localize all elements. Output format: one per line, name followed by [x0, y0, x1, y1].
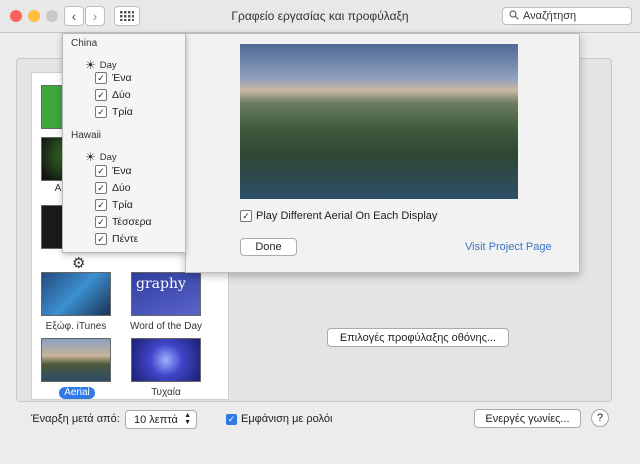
- screensaver-label-word: Word of the Day: [129, 321, 203, 332]
- search-icon: [509, 9, 519, 23]
- video-label: Ένα: [112, 165, 132, 177]
- show-clock-label: Εμφάνιση με ρολόι: [241, 413, 333, 425]
- word-thumb-text: graphy: [136, 276, 186, 292]
- group-china: China: [71, 38, 98, 49]
- help-button[interactable]: ?: [591, 409, 609, 427]
- video-label: Τέσσερα: [112, 216, 152, 228]
- video-label: Ένα: [112, 72, 132, 84]
- check-icon: ✓: [95, 182, 107, 194]
- video-label: Δύο: [112, 182, 131, 194]
- aerial-different-display-checkbox[interactable]: ✓ Play Different Aerial On Each Display: [240, 210, 437, 222]
- minimize-window-button[interactable]: [28, 10, 40, 22]
- video-china-2[interactable]: ✓ Δύο: [95, 89, 131, 101]
- screensaver-thumb-aerial[interactable]: [41, 338, 111, 382]
- aerial-options-panel: ✓ Play Different Aerial On Each Display …: [185, 33, 580, 273]
- group-hawaii-day[interactable]: ☀ Day: [85, 150, 117, 164]
- group-china-day[interactable]: ☀ Day: [85, 58, 117, 72]
- close-window-button[interactable]: [10, 10, 22, 22]
- title-bar: ‹ › Γραφείο εργασίας και προφύλαξη Αναζή…: [0, 0, 640, 33]
- check-icon: ✓: [95, 72, 107, 84]
- day-label: Day: [99, 151, 117, 163]
- chevron-left-icon: ‹: [71, 8, 77, 24]
- done-button[interactable]: Done: [240, 238, 297, 256]
- start-after-value: 10 λεπτά: [134, 413, 178, 426]
- video-hawaii-2[interactable]: ✓ Δύο: [95, 182, 131, 194]
- zoom-window-button[interactable]: [46, 10, 58, 22]
- screensaver-thumb-random[interactable]: [131, 338, 201, 382]
- hot-corners-button[interactable]: Ενεργές γωνίες...: [474, 409, 581, 428]
- sun-icon: ☀: [85, 58, 96, 72]
- chevron-right-icon: ›: [92, 8, 98, 24]
- screensaver-label-itunes: Εξώφ. iTunes: [45, 321, 107, 332]
- group-hawaii: Hawaii: [71, 130, 102, 141]
- video-hawaii-3[interactable]: ✓ Τρία: [95, 199, 133, 211]
- video-hawaii-4[interactable]: ✓ Τέσσερα: [95, 216, 152, 228]
- check-icon: ✓: [226, 413, 237, 425]
- screensaver-thumb-itunes[interactable]: [41, 272, 111, 316]
- check-icon: ✓: [95, 216, 107, 228]
- check-icon: ✓: [95, 106, 107, 118]
- screensaver-options-button[interactable]: Επιλογές προφύλαξης οθόνης...: [327, 328, 509, 347]
- window-title: Γραφείο εργασίας και προφύλαξη: [231, 9, 409, 23]
- screensaver-thumb-word[interactable]: graphy: [131, 272, 201, 316]
- aerial-checkbox-label: Play Different Aerial On Each Display: [256, 210, 438, 222]
- search-input[interactable]: Αναζήτηση: [502, 7, 632, 25]
- gear-icon[interactable]: ⚙: [72, 254, 85, 272]
- search-placeholder: Αναζήτηση: [523, 10, 577, 22]
- day-label: Day: [99, 59, 117, 71]
- visit-project-link[interactable]: Visit Project Page: [465, 241, 552, 253]
- check-icon: ✓: [95, 89, 107, 101]
- stepper-icon: ▲ ▼: [184, 412, 191, 426]
- check-icon: ✓: [240, 210, 252, 222]
- forward-button[interactable]: ›: [85, 6, 105, 26]
- check-icon: ✓: [95, 165, 107, 177]
- start-after-label: Έναρξη μετά από:: [31, 413, 120, 425]
- aerial-video-list[interactable]: China ☀ Day ✓ Ένα ✓ Δύο ✓ Τρία Hawaii ☀ Day…: [62, 33, 186, 253]
- video-label: Δύο: [112, 89, 131, 101]
- screensaver-label-aerial: Aerial: [59, 387, 95, 399]
- grid-icon: [120, 11, 134, 21]
- check-icon: ✓: [95, 199, 107, 211]
- screensaver-label-random: Τυχαία: [151, 387, 181, 398]
- sun-icon: ☀: [85, 150, 96, 164]
- video-hawaii-5[interactable]: ✓ Πέντε: [95, 233, 138, 245]
- video-label: Πέντε: [112, 233, 139, 245]
- show-all-button[interactable]: [114, 6, 140, 26]
- show-clock-checkbox[interactable]: ✓ Εμφάνιση με ρολόι: [226, 413, 332, 425]
- back-button[interactable]: ‹: [64, 6, 84, 26]
- aerial-preview-image: [240, 44, 518, 199]
- check-icon: ✓: [95, 233, 107, 245]
- video-label: Τρία: [112, 199, 133, 211]
- video-label: Τρία: [112, 106, 133, 118]
- video-hawaii-1[interactable]: ✓ Ένα: [95, 165, 132, 177]
- video-china-3[interactable]: ✓ Τρία: [95, 106, 133, 118]
- video-china-1[interactable]: ✓ Ένα: [95, 72, 132, 84]
- start-after-select[interactable]: 10 λεπτά ▲ ▼: [125, 410, 197, 429]
